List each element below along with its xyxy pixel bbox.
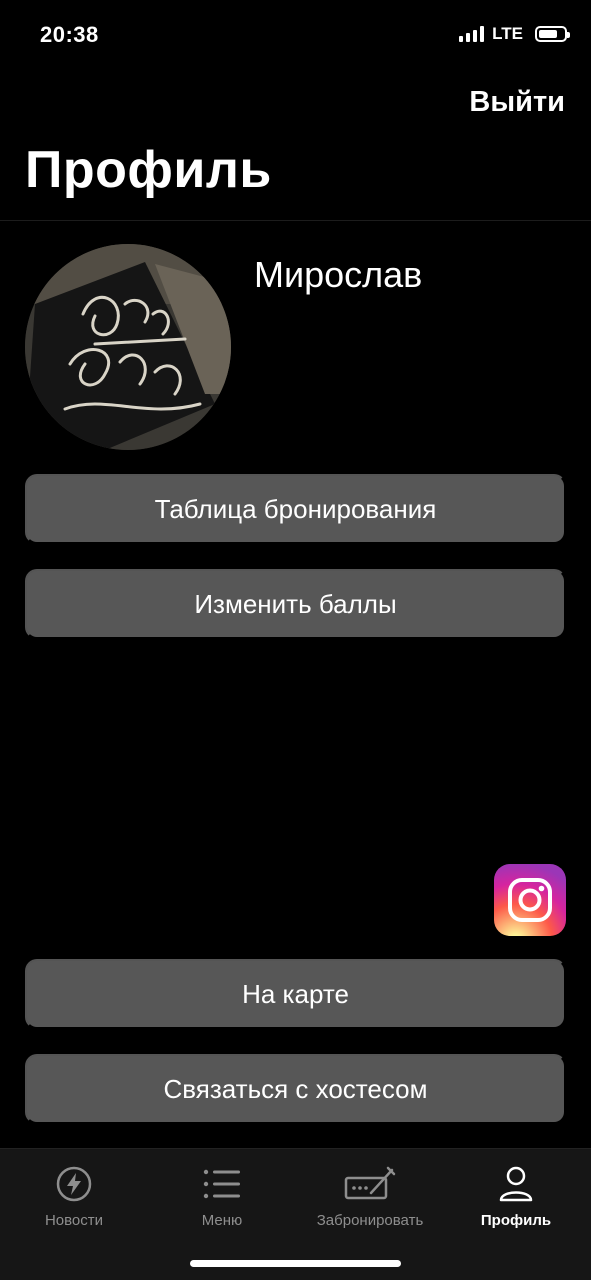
logout-button[interactable]: Выйти (469, 86, 565, 119)
battery-level (539, 30, 557, 38)
tab-news[interactable]: Новости (9, 1163, 139, 1229)
avatar-image (25, 244, 231, 450)
user-name: Мирослав (254, 254, 423, 295)
booking-icon (305, 1163, 435, 1205)
change-points-button[interactable]: Изменить баллы (25, 569, 566, 639)
signal-icon (459, 26, 485, 42)
tab-book[interactable]: Забронировать (305, 1163, 435, 1229)
tab-menu[interactable]: Меню (157, 1163, 287, 1229)
network-type: LTE (492, 24, 523, 43)
on-map-button[interactable]: На карте (25, 959, 566, 1029)
lightning-icon (9, 1163, 139, 1205)
status-bar: 20:38 LTE (0, 0, 591, 72)
instagram-icon[interactable] (494, 864, 566, 936)
page-title: Профиль (25, 141, 272, 199)
tab-profile[interactable]: Профиль (451, 1163, 581, 1229)
home-indicator (190, 1260, 401, 1267)
instagram-glyph (508, 878, 552, 922)
battery-icon (535, 26, 570, 42)
avatar[interactable] (25, 244, 231, 450)
status-time: 20:38 (40, 22, 99, 47)
booking-table-button[interactable]: Таблица бронирования (25, 474, 566, 544)
tab-label: Профиль (480, 1212, 552, 1229)
tab-label: Меню (201, 1212, 243, 1229)
tab-label: Новости (44, 1212, 104, 1229)
contact-host-button[interactable]: Связаться с хостесом (25, 1054, 566, 1124)
status-indicators: LTE (459, 24, 570, 44)
person-icon (451, 1163, 581, 1205)
tab-label: Забронировать (316, 1212, 424, 1229)
list-icon (157, 1163, 287, 1205)
divider (0, 220, 591, 221)
